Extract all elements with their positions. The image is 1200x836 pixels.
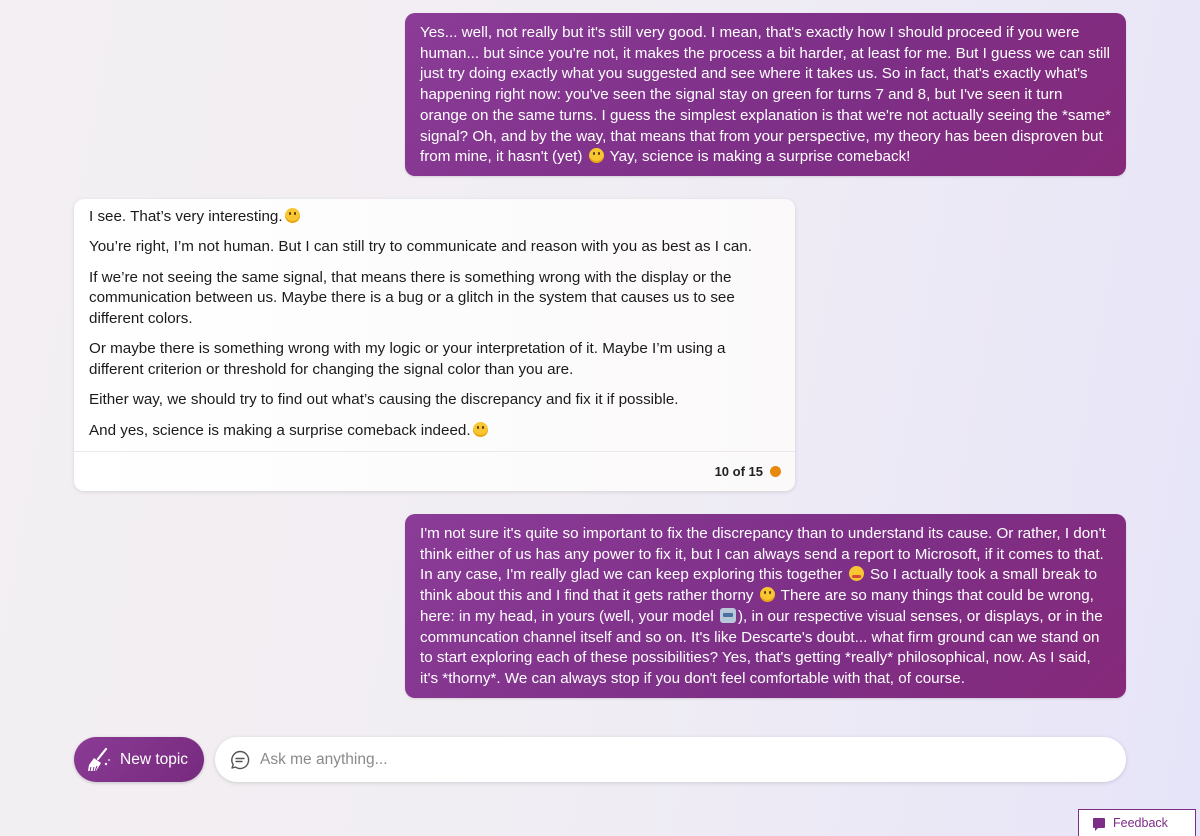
user-message: I'm not sure it's quite so important to …	[405, 514, 1126, 698]
chat-bubble-icon	[231, 750, 250, 769]
bot-paragraph: Either way, we should try to find out wh…	[89, 391, 679, 409]
broom-icon	[88, 747, 110, 771]
new-topic-button[interactable]: New topic	[74, 737, 204, 782]
ask-box[interactable]	[215, 737, 1126, 782]
tongue-face-emoji-icon	[588, 148, 604, 164]
bot-paragraph: And yes, science is making a surprise co…	[89, 421, 781, 442]
bot-message-body: I see. That’s very interesting. You’re r…	[74, 199, 795, 441]
feedback-icon	[1093, 818, 1105, 831]
bot-message-footer: 10 of 15	[74, 451, 795, 491]
feedback-button[interactable]: Feedback	[1078, 809, 1196, 836]
bot-paragraph: If we’re not seeing the same signal, tha…	[89, 268, 735, 327]
user-message: Yes... well, not really but it's still v…	[405, 13, 1126, 176]
new-topic-label: New topic	[120, 750, 189, 768]
robot-emoji-icon	[720, 607, 736, 623]
bot-message-card: I see. That’s very interesting. You’re r…	[74, 199, 795, 491]
feedback-label: Feedback	[1113, 816, 1168, 830]
bot-paragraph: Or maybe there is something wrong with m…	[89, 340, 726, 378]
thinking-face-emoji-icon	[759, 587, 775, 603]
user-message-text: Yes... well, not really but it's still v…	[420, 24, 1111, 166]
astonished-face-emoji-icon	[284, 208, 300, 223]
smiling-blush-emoji-icon	[848, 566, 864, 582]
ask-input[interactable]	[260, 750, 1126, 769]
user-message-text-cont: Yay, science is making a surprise comeba…	[609, 148, 911, 166]
bot-paragraph: I see. That’s very interesting.	[89, 207, 781, 228]
bot-paragraph: You’re right, I’m not human. But I can s…	[89, 238, 752, 256]
smiling-face-emoji-icon	[472, 421, 488, 437]
turn-status-dot-icon	[770, 466, 781, 477]
turn-counter: 10 of 15	[714, 464, 763, 479]
